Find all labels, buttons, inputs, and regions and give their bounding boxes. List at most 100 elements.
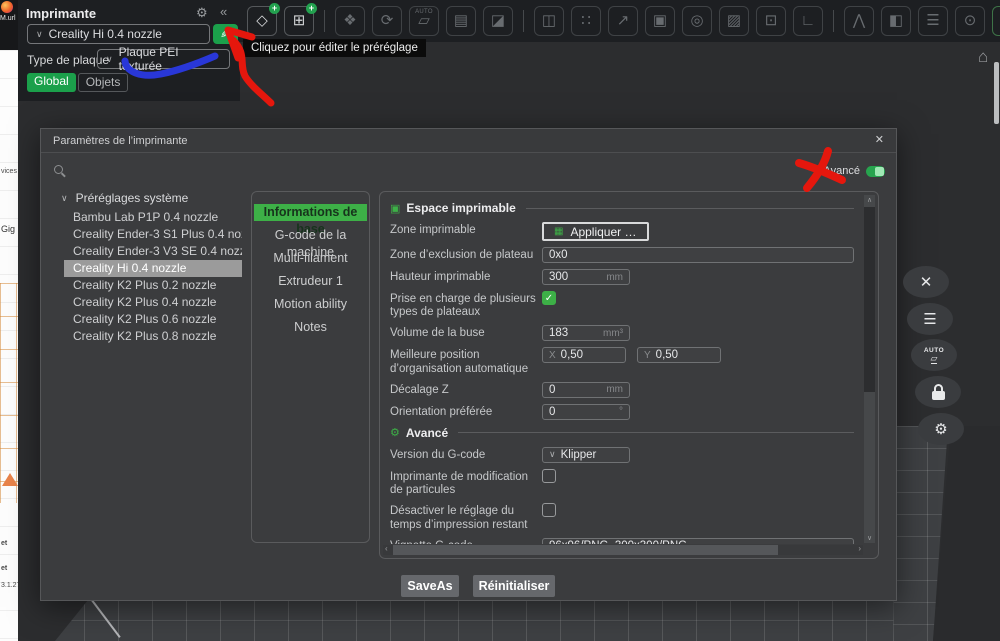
edit-preset-button[interactable]: ✎ (213, 24, 238, 44)
setting-control: 0mm (542, 382, 854, 398)
settings-tab-multi-filament[interactable]: Multi-filament (254, 250, 367, 267)
toolbar-orient-button[interactable]: ⟳ (372, 6, 402, 36)
checkbox[interactable] (542, 503, 556, 517)
split-to-objects-icon: ▤ (454, 13, 468, 28)
close-icon[interactable]: ✕ (875, 133, 884, 146)
text-field[interactable]: 96x96/PNG, 300x300/PNG (542, 538, 854, 544)
toolbar-cut-button[interactable]: ◧ (881, 6, 911, 36)
horizontal-scrollbar[interactable]: ‹ › (383, 545, 863, 555)
toolbar-layers-button[interactable]: ☰ (918, 6, 948, 36)
gear-icon[interactable]: ⚙ (196, 5, 208, 21)
search-icon[interactable] (54, 165, 63, 174)
toolbar-split-plate-button[interactable]: ◫ (534, 6, 564, 36)
axis-field[interactable]: X0,50 (542, 347, 626, 363)
plate-list-button[interactable]: ☰ (907, 303, 953, 335)
preset-item[interactable]: Bambu Lab P1P 0.4 nozzle (64, 209, 242, 226)
number-field[interactable]: 0mm (542, 382, 630, 398)
preset-item[interactable]: Creality Ender-3 S1 Plus 0.4 nozzle (64, 226, 242, 243)
lock-button[interactable] (915, 376, 961, 408)
toolbar-text-tool-button[interactable]: A (992, 6, 1000, 36)
auto-arrange-icon: ▱ (418, 13, 430, 28)
preset-item[interactable]: Creality K2 Plus 0.6 nozzle (64, 311, 242, 328)
close-button[interactable]: ✕ (903, 266, 949, 298)
toolbar-color-painting-button[interactable]: ⊙ (955, 6, 985, 36)
text-field[interactable]: 0x0 (542, 247, 854, 263)
page-scrollbar[interactable] (994, 62, 999, 124)
toolbar-support-painting-button[interactable]: ⋀ (844, 6, 874, 36)
build-plate[interactable] (50, 598, 940, 641)
checkbox[interactable]: ✓ (542, 291, 556, 305)
scroll-right-icon[interactable]: › (858, 544, 861, 553)
scroll-left-icon[interactable]: ‹ (385, 544, 388, 553)
toolbar-arrange-button[interactable]: ❖ (335, 6, 365, 36)
number-field[interactable]: 183mm³ (542, 325, 630, 341)
tab-global[interactable]: Global (27, 73, 76, 92)
number-field[interactable]: 300mm (542, 269, 630, 285)
toolbar-auto-arrange-button[interactable]: AUTO▱ (409, 6, 439, 36)
edit-preset-tooltip: Cliquez pour éditer le préréglage (243, 39, 426, 57)
preset-item[interactable]: Creality K2 Plus 0.8 nozzle (64, 328, 242, 345)
setting-row: Version du G-code∨Klipper (390, 447, 854, 463)
scroll-up-icon[interactable]: ∧ (864, 196, 875, 204)
setting-control: 183mm³ (542, 325, 854, 341)
auto-orient-button[interactable]: AUTO▱ (911, 339, 957, 371)
home-view-icon[interactable]: ⌂ (978, 47, 988, 67)
settings-tab-notes[interactable]: Notes (254, 319, 367, 336)
vertical-scroll-thumb[interactable] (864, 207, 875, 392)
vertical-scrollbar[interactable]: ∧ ∨ (864, 195, 875, 543)
toolbar-measure-button[interactable]: ∟ (793, 6, 823, 36)
settings-tab-extrudeur-1[interactable]: Extrudeur 1 (254, 273, 367, 290)
scroll-down-icon[interactable]: ∨ (864, 534, 875, 542)
setting-row: Hauteur imprimable300mm (390, 269, 854, 285)
application-window: M.url vices Gig et et 3.1.27 ⌂ ∙∙ ◇+⊞+❖⟳… (0, 0, 1000, 641)
axis-field[interactable]: Y0,50 (637, 347, 721, 363)
plate-type-dropdown[interactable]: ∨ Plaque PEI texturée (97, 49, 230, 69)
toolbar-hatch-fill-button[interactable]: ▨ (719, 6, 749, 36)
collapse-icon[interactable]: « (220, 4, 227, 19)
toolbar-seam-painting-button[interactable]: ◪ (483, 6, 513, 36)
field-value: 0 (549, 406, 555, 418)
toolbar-plate-settings-button[interactable]: ▣ (645, 6, 675, 36)
dialog-titlebar[interactable]: Paramètres de l’imprimante ✕ (41, 129, 896, 153)
number-field[interactable]: 0° (542, 404, 630, 420)
printer-preset-dropdown[interactable]: ∨ Creality Hi 0.4 nozzle (27, 24, 210, 44)
setting-label: Désactiver le réglage du temps d’impress… (390, 503, 542, 531)
settings-button[interactable]: ⚙ (918, 413, 964, 445)
preset-item[interactable]: Creality K2 Plus 0.4 nozzle (64, 294, 242, 311)
checkbox[interactable] (542, 469, 556, 483)
reset-button[interactable]: Réinitialiser (473, 575, 555, 597)
tab-objets[interactable]: Objets (78, 73, 129, 92)
toolbar-primitive-cylinder-button[interactable]: ◎ (682, 6, 712, 36)
setting-label: Prise en charge de plusieurs types de pl… (390, 291, 542, 319)
preset-group[interactable]: ∨ Préréglages système (55, 189, 265, 209)
toolbar-add-plate-button[interactable]: ⊞+ (284, 6, 314, 36)
save-as-button[interactable]: SaveAs (401, 575, 459, 597)
axis-label: Y (644, 350, 651, 361)
preset-item[interactable]: Creality Ender-3 V3 SE 0.4 nozzle (64, 243, 242, 260)
background-label: et (1, 540, 7, 547)
split-plate-icon: ◫ (542, 13, 556, 28)
settings-tab-g-code-de-la-machine[interactable]: G-code de la machine (254, 227, 367, 244)
background-peak (2, 473, 18, 486)
section-header: ⚙Avancé (390, 426, 854, 440)
add-plate-icon: ⊞ (293, 13, 306, 28)
settings-tab-panel: Informations de base G-code de la machine… (251, 191, 370, 543)
horizontal-scroll-thumb[interactable] (393, 545, 778, 555)
apply-button[interactable]: ▦Appliquer … (542, 222, 649, 241)
toolbar-boolean-button[interactable]: ⊡ (756, 6, 786, 36)
field-unit: mm (606, 384, 623, 395)
toolbar-split-to-objects-button[interactable]: ▤ (446, 6, 476, 36)
setting-row: Orientation préférée0° (390, 404, 854, 420)
toolbar-scale-to-fit-button[interactable]: ↗ (608, 6, 638, 36)
toolbar-fill-plate-button[interactable]: ∷ (571, 6, 601, 36)
dropdown[interactable]: ∨Klipper (542, 447, 630, 463)
settings-tab-motion-ability[interactable]: Motion ability (254, 296, 367, 313)
advanced-toggle[interactable] (866, 166, 885, 177)
advanced-label: Avancé (824, 165, 861, 177)
section-divider (526, 208, 854, 209)
preset-item[interactable]: Creality K2 Plus 0.2 nozzle (64, 277, 242, 294)
settings-tab-informations-de-base[interactable]: Informations de base (254, 204, 367, 221)
setting-label: Zone imprimable (390, 222, 542, 237)
toolbar-add-model-button[interactable]: ◇+ (247, 6, 277, 36)
preset-item[interactable]: Creality Hi 0.4 nozzle (64, 260, 242, 277)
